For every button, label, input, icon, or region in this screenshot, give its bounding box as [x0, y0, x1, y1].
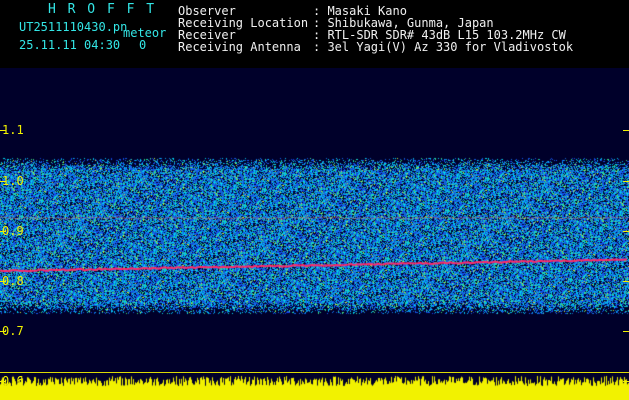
antenna-label: Receiving Antenna: [178, 40, 301, 54]
y-tick-mark: [0, 181, 6, 182]
y-tick-mark: [0, 281, 6, 282]
y-tick-mark: [0, 331, 6, 332]
spectrogram-plot: 1.1 1.0 0.9 0.8 0.7 0.6: [0, 68, 629, 400]
count-label: 0: [139, 38, 147, 52]
app-title: H R O F F T: [48, 2, 157, 17]
y-tick-mark: [623, 231, 629, 232]
antenna-value: : 3el Yagi(V) Az 330 for Vladivostok: [313, 40, 574, 54]
y-tick-mark: [623, 281, 629, 282]
y-tick-mark: [623, 130, 629, 131]
y-tick-mark: [0, 381, 6, 382]
timestamp: 25.11.11 04:30: [19, 38, 121, 52]
y-tick-mark: [623, 381, 629, 382]
header-panel: H R O F F T UT2511110430.pn meteor 25.11…: [0, 0, 629, 68]
y-tick-mark: [623, 331, 629, 332]
y-tick-mark: [0, 231, 6, 232]
file-name: UT2511110430.pn: [19, 20, 128, 34]
y-tick-mark: [0, 130, 6, 131]
baseline-line: [0, 372, 629, 373]
spectrogram-canvas: [0, 68, 629, 400]
y-tick-mark: [623, 181, 629, 182]
